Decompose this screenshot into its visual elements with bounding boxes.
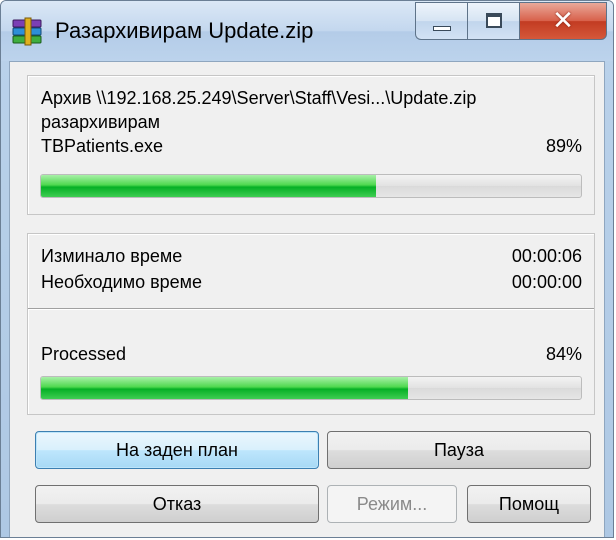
file-progress-bar: [40, 174, 582, 198]
group-divider: [28, 308, 594, 310]
archive-path: Архив \\192.168.25.249\Server\Staff\Vesi…: [41, 88, 477, 108]
elapsed-value: 00:00:06: [511, 246, 582, 266]
maximize-button[interactable]: [467, 2, 519, 40]
background-button[interactable]: На заден план: [35, 431, 319, 469]
mode-button: Режим...: [327, 485, 457, 523]
remaining-label: Необходимо време: [41, 272, 203, 292]
file-progress-group: Архив \\192.168.25.249\Server\Staff\Vesi…: [27, 75, 595, 215]
minimize-icon: [433, 26, 451, 31]
processed-progress-fill: [41, 377, 409, 399]
extraction-window: Разархивирам Update.zip ✕ Архив \\192.16…: [0, 0, 614, 538]
cancel-button[interactable]: Отказ: [35, 485, 319, 523]
maximize-icon: [486, 13, 502, 28]
title-bar[interactable]: Разархивирам Update.zip ✕: [1, 1, 613, 61]
remaining-row: Необходимо време 00:00:00: [41, 270, 582, 294]
processed-label: Processed: [41, 344, 127, 364]
file-progress-fill: [41, 175, 376, 197]
file-percent: 89%: [545, 136, 582, 156]
processed-percent: 84%: [545, 344, 582, 364]
close-button[interactable]: ✕: [519, 2, 607, 40]
processed-row: Processed 84%: [41, 342, 582, 366]
caption-buttons: ✕: [415, 2, 607, 42]
current-file-name: TBPatients.exe: [41, 136, 164, 156]
elapsed-row: Изминало време 00:00:06: [41, 244, 582, 268]
current-file-row: TBPatients.exe 89%: [41, 134, 582, 158]
action-label: разархивирам: [41, 112, 160, 132]
minimize-button[interactable]: [415, 2, 467, 40]
help-button[interactable]: Помощ: [467, 485, 591, 523]
processed-progress-bar: [40, 376, 582, 400]
window-title: Разархивирам Update.zip: [55, 18, 314, 43]
elapsed-label: Изминало време: [41, 246, 183, 266]
close-icon: ✕: [552, 6, 574, 36]
time-progress-group: Изминало време 00:00:06 Необходимо време…: [27, 233, 595, 415]
remaining-value: 00:00:00: [511, 272, 582, 292]
pause-button[interactable]: Пауза: [327, 431, 591, 469]
winrar-books-icon: [12, 17, 42, 46]
